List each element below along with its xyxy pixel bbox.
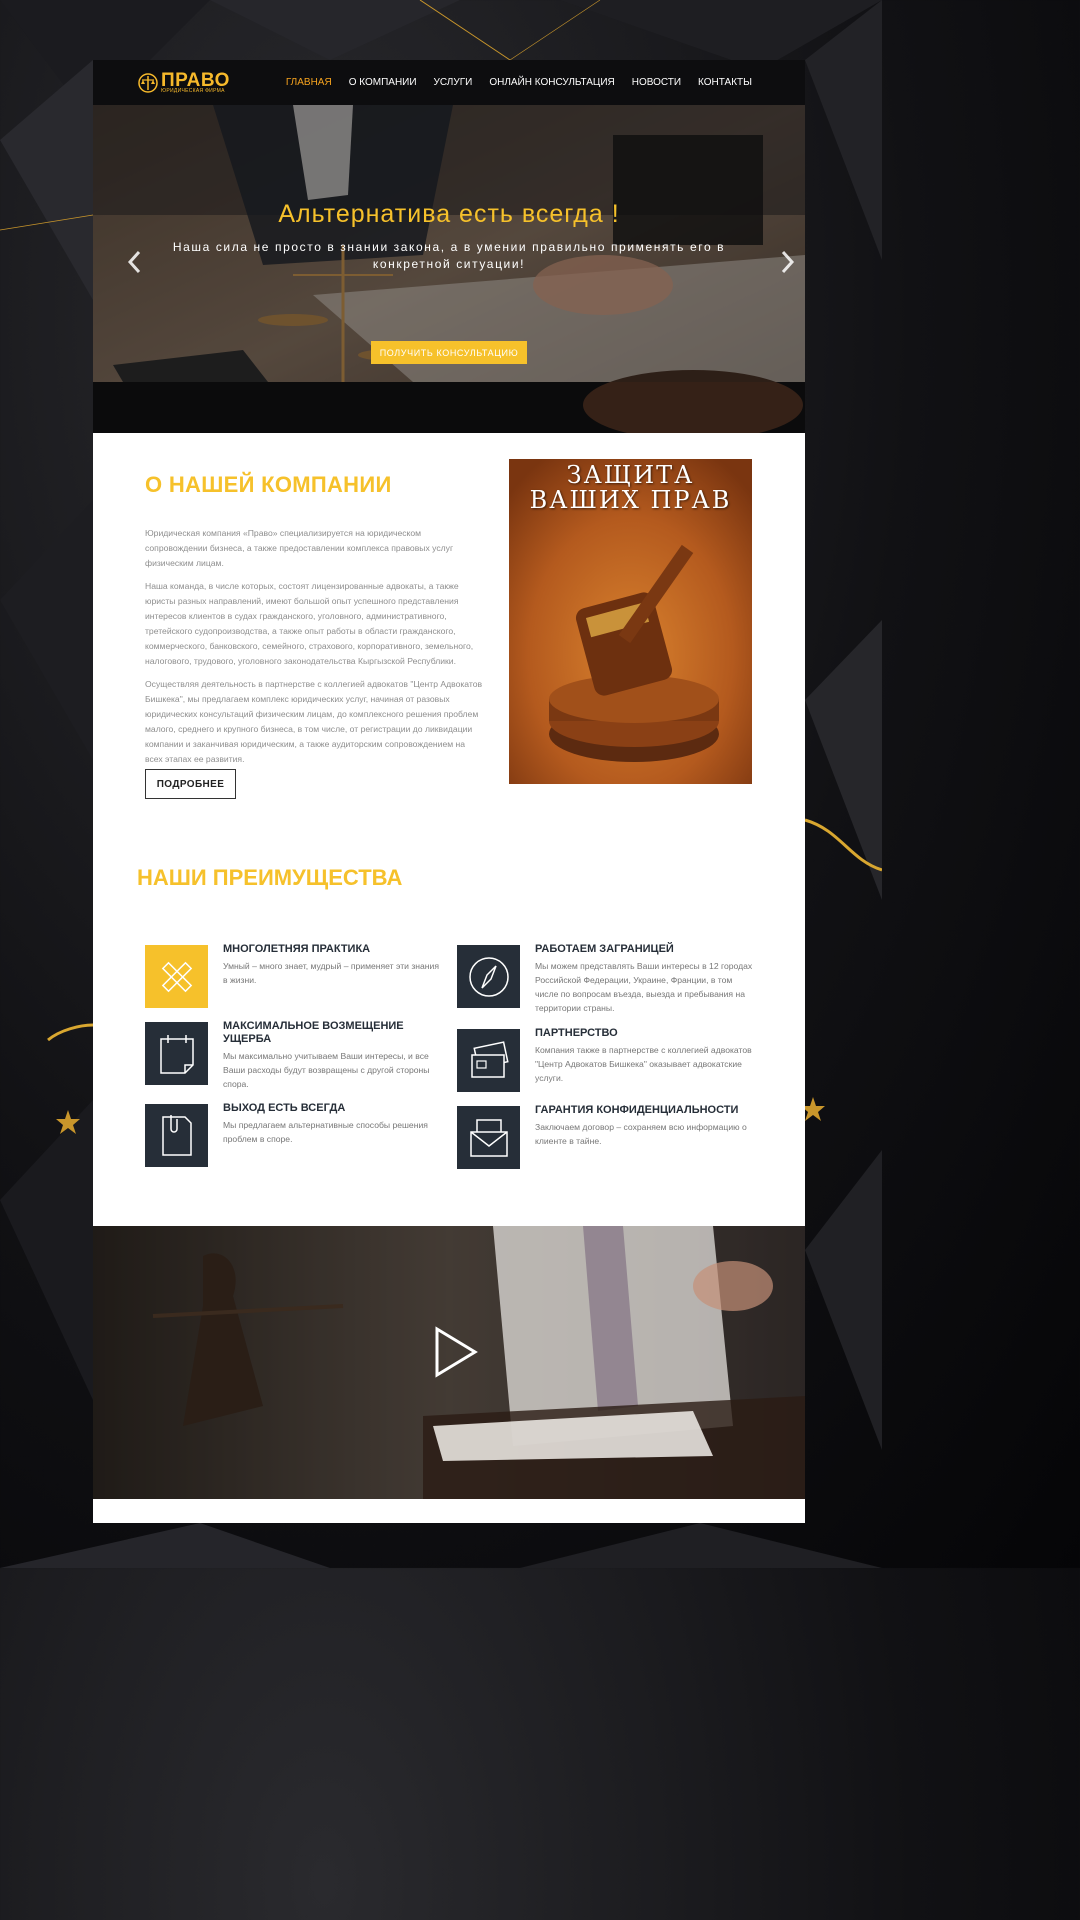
get-consultation-button[interactable]: ПОЛУЧИТЬ КОНСУЛЬТАЦИЮ xyxy=(371,341,527,364)
hero-subtitle: Наша сила не просто в знании закона, а в… xyxy=(172,240,726,271)
about-paragraph: Осуществляя деятельность в партнерстве с… xyxy=(145,679,483,764)
advantage-text: Компания также в партнерстве с коллегией… xyxy=(535,1045,752,1083)
main-menu: ГЛАВНАЯ О КОМПАНИИ УСЛУГИ ОНЛАЙН КОНСУЛЬ… xyxy=(269,60,752,105)
nav-item-services[interactable]: УСЛУГИ xyxy=(434,77,473,88)
website-frame: ПРАВО ЮРИДИЧЕСКАЯ ФИРМА ГЛАВНАЯ О КОМПАН… xyxy=(93,60,805,1523)
nav-item-online-consultation[interactable]: ОНЛАЙН КОНСУЛЬТАЦИЯ xyxy=(489,77,614,88)
video-section xyxy=(93,1226,805,1499)
nav-item-news[interactable]: НОВОСТИ xyxy=(632,77,681,88)
nav-item-about[interactable]: О КОМПАНИИ xyxy=(349,77,417,88)
logo-subtitle: ЮРИДИЧЕСКАЯ ФИРМА xyxy=(161,87,225,94)
hero-title: Альтернатива есть всегда ! xyxy=(278,200,620,228)
advantage-title: ГАРАНТИЯ КОНФИДЕНЦИАЛЬНОСТИ xyxy=(535,1104,739,1116)
about-text: Юридическая компания «Право» специализир… xyxy=(145,526,485,775)
ruler-pencil-icon xyxy=(145,945,208,1008)
more-button[interactable]: ПОДРОБНЕЕ xyxy=(145,769,236,799)
chevron-right-icon[interactable] xyxy=(776,247,800,277)
about-section-title: О НАШЕЙ КОМПАНИИ xyxy=(145,472,392,497)
advantage-title: ПАРТНЕРСТВО xyxy=(535,1027,618,1039)
advantage-title: ВЫХОД ЕСТЬ ВСЕГДА xyxy=(223,1102,346,1114)
nav-item-home[interactable]: ГЛАВНАЯ xyxy=(286,77,332,88)
advantage-title: МНОГОЛЕТНЯЯ ПРАКТИКА xyxy=(223,943,371,955)
play-icon[interactable] xyxy=(433,1326,479,1378)
advantage-text: Мы максимально учитываем Ваши интересы, … xyxy=(223,1051,430,1089)
calendar-icon xyxy=(145,1022,208,1085)
advantage-text: Заключаем договор – сохраняем всю информ… xyxy=(535,1122,747,1146)
gavel-image: ЗАЩИТА ВАШИХ ПРАВ xyxy=(509,459,752,784)
advantage-title: МАКСИМАЛЬНОЕ ВОЗМЕЩЕНИЕ УЩЕРБА xyxy=(223,1020,404,1045)
hero-slider: Альтернатива есть всегда ! Наша сила не … xyxy=(93,105,805,433)
advantages-section-title: НАШИ ПРЕИМУЩЕСТВА xyxy=(137,865,403,890)
chevron-left-icon[interactable] xyxy=(122,247,146,277)
compass-icon xyxy=(457,945,520,1008)
advantage-text: Умный – много знает, мудрый – применяет … xyxy=(223,961,439,985)
advantage-text: Мы можем представлять Ваши интересы в 12… xyxy=(535,961,753,1013)
nav-item-contacts[interactable]: КОНТАКТЫ xyxy=(698,77,752,88)
advantage-title: РАБОТАЕМ ЗАГРАНИЦЕЙ xyxy=(535,943,674,955)
about-paragraph: Юридическая компания «Право» специализир… xyxy=(145,528,454,568)
lady-justice-icon xyxy=(138,73,158,93)
logo-title: ПРАВО xyxy=(161,69,230,91)
cards-icon xyxy=(457,1029,520,1092)
top-navigation: ПРАВО ЮРИДИЧЕСКАЯ ФИРМА ГЛАВНАЯ О КОМПАН… xyxy=(93,60,805,105)
image-caption: ЗАЩИТА ВАШИХ ПРАВ xyxy=(529,461,732,514)
about-paragraph: Наша команда, в числе которых, состоят л… xyxy=(145,581,474,666)
logo[interactable]: ПРАВО ЮРИДИЧЕСКАЯ ФИРМА xyxy=(138,69,230,94)
envelope-icon xyxy=(457,1106,520,1169)
advantage-text: Мы предлагаем альтернативные способы реш… xyxy=(223,1120,428,1144)
document-clip-icon xyxy=(145,1104,208,1167)
